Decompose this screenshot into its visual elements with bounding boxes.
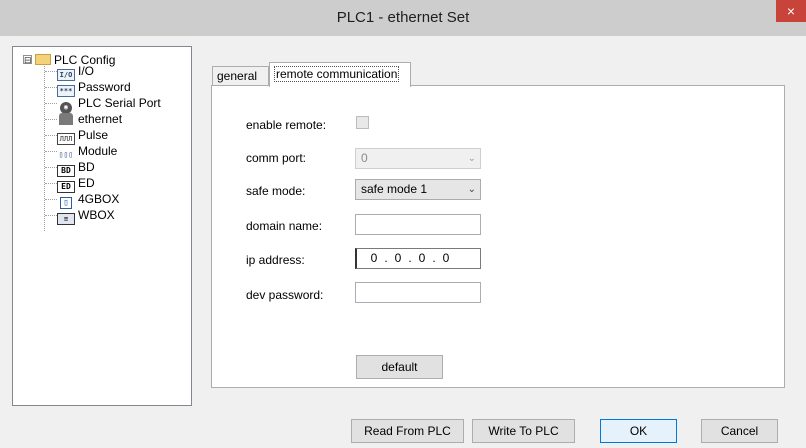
ip-address-input[interactable]: 0.0.0.0 <box>355 248 481 269</box>
tree-item-label: WBOX <box>78 208 115 222</box>
ip-octet-1[interactable]: 0 <box>366 249 382 268</box>
tree-branch-line <box>45 199 57 200</box>
comm-port-value: 0 <box>361 151 368 165</box>
ip-separator: . <box>384 251 388 265</box>
tree-branch-line <box>45 135 57 136</box>
ethernet-icon <box>59 113 73 125</box>
tab-remote-communication[interactable]: remote communication <box>269 62 411 87</box>
ok-button[interactable]: OK <box>600 419 677 443</box>
ip-address-label: ip address: <box>246 253 305 267</box>
tree-branch-line <box>45 167 57 168</box>
tree-branch-line <box>45 103 57 104</box>
tree-branch-line <box>45 183 57 184</box>
enable-remote-checkbox[interactable] <box>356 116 369 129</box>
ip-octet-3[interactable]: 0 <box>414 249 430 268</box>
ip-separator: . <box>408 251 412 265</box>
safe-mode-label: safe mode: <box>246 184 306 198</box>
tree-branch-line <box>45 215 57 216</box>
chevron-down-icon: ⌄ <box>467 184 476 195</box>
title-bar: PLC1 - ethernet Set × <box>0 0 806 37</box>
default-button[interactable]: default <box>356 355 443 379</box>
wbox-icon: ≡ <box>57 213 75 225</box>
tree-item-bd[interactable]: BD BD <box>57 159 95 177</box>
tree-item-wbox[interactable]: ≡ WBOX <box>57 207 115 225</box>
tree-item-4gbox[interactable]: ▯ 4GBOX <box>57 191 120 209</box>
tree-item-label: 4GBOX <box>78 192 120 206</box>
comm-port-label: comm port: <box>246 151 307 165</box>
close-button[interactable]: × <box>776 0 806 22</box>
safe-mode-select[interactable]: safe mode 1 ⌄ <box>355 179 481 200</box>
chevron-down-icon: ⌄ <box>467 153 476 164</box>
ip-octet-2[interactable]: 0 <box>390 249 406 268</box>
domain-name-input[interactable] <box>355 214 481 235</box>
comm-port-select[interactable]: 0 ⌄ <box>355 148 481 169</box>
tree-item-label: Module <box>78 144 118 158</box>
cancel-button[interactable]: Cancel <box>701 419 778 443</box>
tree-branch-line <box>45 87 57 88</box>
tree-item-plc-serial-port[interactable]: ◉ PLC Serial Port <box>57 95 161 114</box>
tree-item-io[interactable]: I/O I/O <box>57 63 95 81</box>
tree-item-label: I/O <box>78 64 95 78</box>
read-from-plc-button[interactable]: Read From PLC <box>351 419 464 443</box>
dev-password-label: dev password: <box>246 288 324 302</box>
tree-item-password[interactable]: *** Password <box>57 79 131 97</box>
tree-item-label: ED <box>78 176 95 190</box>
tree-item-ed[interactable]: ED ED <box>57 175 95 193</box>
tree-item-ethernet[interactable]: ethernet <box>57 111 122 127</box>
tab-general[interactable]: general <box>212 66 269 86</box>
domain-name-label: domain name: <box>246 219 323 233</box>
tree-item-label: Pulse <box>78 128 109 142</box>
tree-item-label: PLC Serial Port <box>78 96 161 110</box>
window-title: PLC1 - ethernet Set <box>336 9 470 26</box>
tree-branch-line <box>45 151 57 152</box>
write-to-plc-button[interactable]: Write To PLC <box>472 419 575 443</box>
tree-branch-line <box>45 71 57 72</box>
ip-separator: . <box>432 251 436 265</box>
ip-octet-4[interactable]: 0 <box>438 249 454 268</box>
tree-item-module[interactable]: ▯▯▯ Module <box>57 143 118 159</box>
safe-mode-value: safe mode 1 <box>361 182 428 196</box>
enable-remote-label: enable remote: <box>246 118 327 132</box>
dev-password-input[interactable] <box>355 282 481 303</box>
collapse-icon[interactable]: ⊟ <box>23 55 32 65</box>
tree-branch-line <box>45 119 57 120</box>
tab-remote-label: remote communication <box>274 66 400 82</box>
tree-connector-line <box>44 66 45 231</box>
tree-item-label: ethernet <box>78 112 123 126</box>
tree-item-label: BD <box>78 160 95 174</box>
tree-item-pulse[interactable]: ЛЛЛ Pulse <box>57 127 109 145</box>
folder-icon <box>35 54 51 65</box>
tree-item-label: Password <box>78 80 131 94</box>
config-tree[interactable]: ⊟ PLC Config I/O I/O *** Password ◉ PLC Seri… <box>12 46 192 406</box>
